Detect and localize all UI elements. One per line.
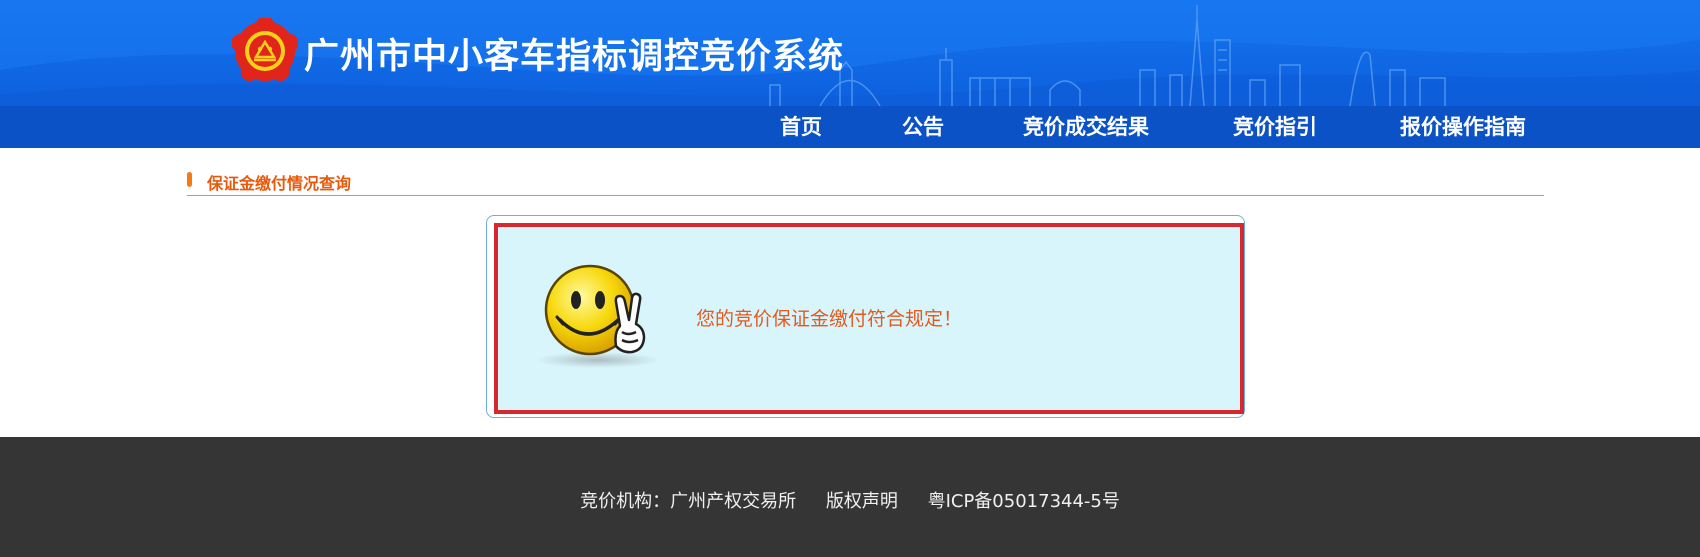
nav-item-announcements[interactable]: 公告 — [902, 106, 944, 148]
result-message: 您的竞价保证金缴付符合规定！ — [696, 308, 963, 330]
site-header: 广州市中小客车指标调控竞价系统 首页 公告 竞价成交结果 竞价指引 报价操作指南 — [0, 0, 1700, 148]
section-title: 保证金缴付情况查询 — [207, 174, 352, 193]
section-marker-icon — [187, 172, 192, 187]
section-header: 保证金缴付情况查询 — [187, 168, 1544, 196]
emblem-icon — [232, 18, 298, 81]
nav-item-auction-results[interactable]: 竞价成交结果 — [1023, 106, 1149, 148]
site-title: 广州市中小客车指标调控竞价系统 — [304, 37, 845, 77]
footer-icp-label[interactable]: 粤ICP备05017344-5号 — [928, 491, 1120, 512]
nav-item-auction-guide[interactable]: 竞价指引 — [1233, 106, 1317, 148]
nav-item-home[interactable]: 首页 — [780, 106, 822, 148]
footer-org-label: 竞价机构：广州产权交易所 — [580, 491, 797, 512]
footer-links: 竞价机构：广州产权交易所 版权声明 粤ICP备05017344-5号 — [0, 487, 1700, 513]
nav-item-bid-operation-guide[interactable]: 报价操作指南 — [1400, 106, 1526, 148]
site-footer: 竞价机构：广州产权交易所 版权声明 粤ICP备05017344-5号 — [0, 437, 1700, 557]
footer-copyright-link[interactable]: 版权声明 — [826, 491, 898, 512]
smiley-victory-icon — [536, 264, 660, 368]
